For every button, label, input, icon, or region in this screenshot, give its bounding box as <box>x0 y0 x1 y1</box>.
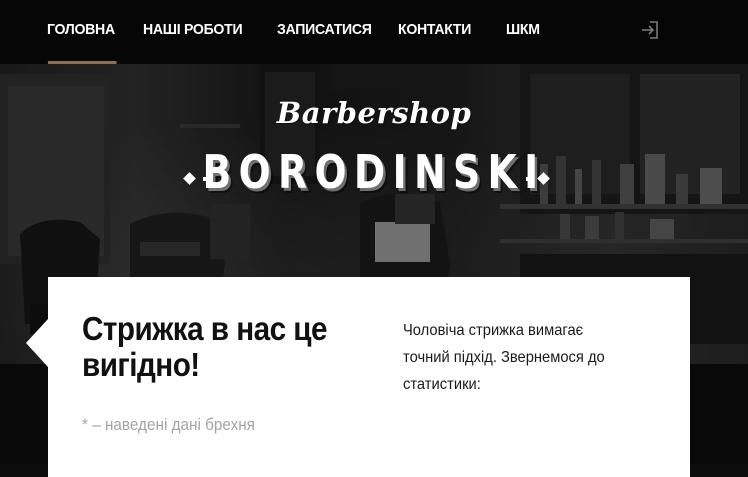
brand-script-title: Barbershop <box>276 96 472 130</box>
nav-item-contacts[interactable]: КОНТАКТИ <box>398 0 471 64</box>
info-card: Стрижка в нас це вигідно! * – наведені д… <box>48 277 690 477</box>
nav-item-home[interactable]: ГОЛОВНА <box>47 0 117 64</box>
login-icon[interactable] <box>640 20 660 40</box>
nav-item-book[interactable]: ЗАПИСАТИСЯ <box>277 0 372 64</box>
nav-item-our-works[interactable]: НАШІ РОБОТИ <box>143 0 243 64</box>
top-navigation: ГОЛОВНА НАШІ РОБОТИ ЗАПИСАТИСЯ КОНТАКТИ … <box>0 0 748 64</box>
brand-main-title: BORODINSKI <box>202 145 546 199</box>
ornament-dot-icon <box>526 177 530 181</box>
ornament-dot-icon <box>203 177 207 181</box>
nav-item-shkm[interactable]: ШКМ <box>506 0 540 64</box>
card-footnote: * – наведені дані брехня <box>82 415 255 434</box>
card-heading: Стрижка в нас це вигідно! <box>82 310 328 383</box>
card-description: Чоловіча стрижка вимагає точний підхід. … <box>403 322 605 393</box>
card-ribbon-tab <box>26 319 48 367</box>
